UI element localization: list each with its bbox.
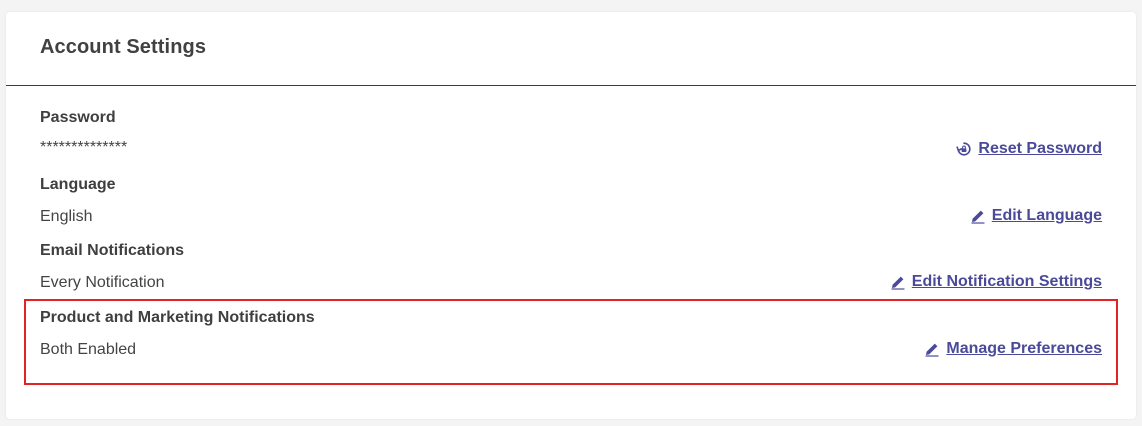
edit-notification-settings-label: Edit Notification Settings [911, 273, 1102, 290]
setting-value: Both Enabled [40, 341, 137, 358]
reset-password-link[interactable]: Reset Password [956, 140, 1102, 158]
manage-preferences-label: Manage Preferences [946, 340, 1102, 357]
setting-label: Password [40, 109, 116, 126]
card-header: Account Settings [6, 12, 1136, 86]
pencil-icon [890, 274, 906, 290]
reset-password-label: Reset Password [978, 140, 1102, 157]
setting-label: Email Notifications [40, 242, 185, 259]
setting-label: Language [40, 176, 116, 193]
setting-value: English [40, 208, 93, 225]
setting-label: Product and Marketing Notifications [40, 309, 315, 326]
edit-language-link[interactable]: Edit Language [970, 207, 1102, 225]
pencil-icon [970, 208, 986, 224]
setting-value: ************** [40, 139, 128, 156]
setting-value: Every Notification [40, 274, 165, 291]
reset-password-icon [956, 141, 972, 157]
page-title: Account Settings [40, 36, 207, 58]
account-settings-card: Account Settings Password **************… [6, 12, 1136, 419]
manage-preferences-link[interactable]: Manage Preferences [924, 340, 1102, 358]
edit-notification-settings-link[interactable]: Edit Notification Settings [890, 273, 1102, 291]
pencil-icon [924, 341, 940, 357]
edit-language-label: Edit Language [991, 207, 1102, 224]
